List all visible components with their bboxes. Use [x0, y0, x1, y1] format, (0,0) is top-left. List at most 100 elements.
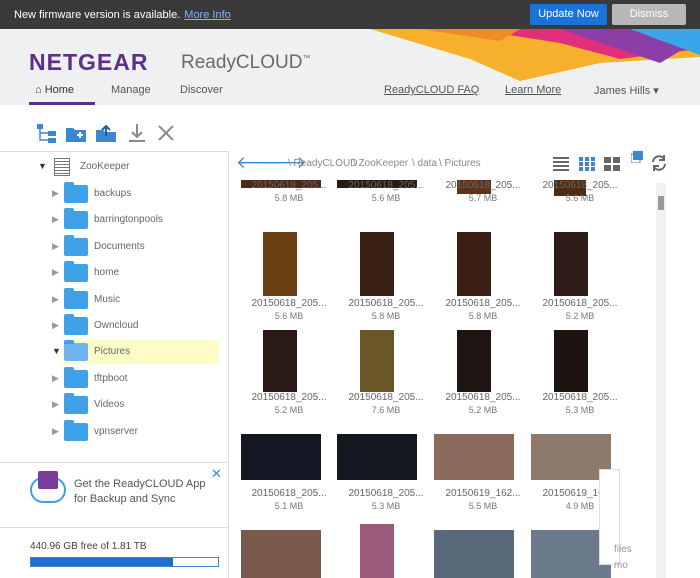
file-size: 5.6 MB: [274, 311, 304, 321]
refresh-icon[interactable]: [650, 154, 668, 172]
file-name: 20150618_205...: [445, 180, 521, 191]
file-name: 20150619_162...: [445, 488, 521, 499]
tree-item-label: tftpboot: [94, 373, 128, 384]
dismiss-button[interactable]: Dismiss: [612, 4, 686, 25]
delete-icon[interactable]: [155, 122, 177, 144]
file-thumbnail[interactable]: [241, 530, 321, 578]
tree-item-barringtonpools[interactable]: ▶ barringtonpools: [0, 208, 220, 232]
file-size: 5.8 MB: [468, 311, 498, 321]
expand-arrow-icon[interactable]: ▶: [52, 214, 59, 225]
storage-bar-fill: [31, 558, 174, 566]
small-grid-view-icon[interactable]: [579, 157, 595, 171]
file-size: 5.2 MB: [468, 405, 498, 415]
path-readycloud[interactable]: \ ReadyCLOUD: [288, 158, 357, 169]
new-folder-icon[interactable]: [65, 122, 87, 144]
collapse-arrow-icon[interactable]: ▼: [38, 161, 47, 171]
expand-arrow-icon[interactable]: ▶: [52, 373, 59, 384]
slideshow-icon[interactable]: [631, 151, 643, 163]
faq-link[interactable]: ReadyCLOUD FAQ: [384, 84, 479, 96]
tree-view-icon[interactable]: [36, 122, 58, 144]
file-name: 20150618_205...: [348, 488, 424, 499]
file-name: 20150618_205...: [542, 180, 618, 191]
expand-arrow-icon[interactable]: ▶: [52, 320, 59, 331]
folder-icon: [64, 235, 88, 256]
folder-icon: [64, 208, 88, 229]
folder-icon: [64, 182, 88, 203]
file-size: 7.6 MB: [371, 405, 401, 415]
vertical-scrollbar[interactable]: [656, 183, 666, 578]
expand-arrow-icon[interactable]: ▶: [52, 267, 59, 278]
learn-more-link[interactable]: Learn More: [505, 84, 561, 96]
file-name: 20150618_205...: [251, 488, 327, 499]
expand-arrow-icon[interactable]: ▶: [52, 426, 59, 437]
firmware-text: New firmware version is available.: [14, 9, 181, 21]
path-bar: 🡐 🡒 \ ReadyCLOUD \ ZooKeeper \ data \ Pi…: [233, 151, 700, 177]
file-name: 20150618_205...: [542, 298, 618, 309]
expand-arrow-icon[interactable]: ▶: [52, 294, 59, 305]
file-name: 20150618_205...: [251, 180, 327, 191]
tree-item-tftpboot[interactable]: ▶ tftpboot: [0, 367, 220, 391]
file-size: 5.3 MB: [565, 405, 595, 415]
large-grid-view-icon[interactable]: [604, 157, 620, 171]
file-size: 5.3 MB: [371, 501, 401, 511]
path-data[interactable]: \ data: [412, 158, 437, 169]
list-view-icon[interactable]: [553, 157, 569, 171]
side-note-text: files mo: [614, 544, 632, 571]
path-zookeeper[interactable]: \ ZooKeeper: [353, 158, 408, 169]
close-icon[interactable]: ✕: [211, 466, 222, 482]
pane-divider[interactable]: [228, 151, 229, 578]
tree-item-label: home: [94, 267, 120, 278]
upload-icon[interactable]: [95, 122, 117, 144]
storage-text: 440.96 GB free of 1.81 TB: [30, 541, 147, 552]
file-thumbnail[interactable]: [434, 530, 514, 578]
tree-root-label: ZooKeeper: [80, 161, 130, 172]
file-name: 20150618_205...: [445, 298, 521, 309]
tree-item-vpnserver[interactable]: ▶ vpnserver: [0, 420, 220, 444]
folder-tree: ▼ ZooKeeper ▶ backups ▶ barringtonpools ▶ D…: [0, 151, 228, 451]
nav-home[interactable]: ⌂ Home: [35, 84, 74, 96]
app-box-icon: [38, 471, 58, 489]
product-name: ReadyCLOUD™: [181, 52, 310, 74]
file-name: 20150618_205...: [251, 392, 327, 403]
expand-arrow-icon[interactable]: ▶: [52, 241, 59, 252]
scrollbar-thumb[interactable]: [658, 196, 664, 210]
file-size: 5.8 MB: [371, 311, 401, 321]
expand-arrow-icon[interactable]: ▶: [52, 399, 59, 410]
tree-item-label: vpnserver: [94, 426, 138, 437]
file-name: 20150618_205...: [348, 298, 424, 309]
user-menu[interactable]: James Hills ▾: [594, 84, 659, 97]
path-pictures[interactable]: \ Pictures: [439, 158, 481, 169]
folder-icon: [64, 420, 88, 441]
tree-item-videos[interactable]: ▶ Videos: [0, 393, 220, 417]
more-info-link[interactable]: More Info: [184, 9, 230, 21]
tree-item-label: backups: [94, 188, 132, 199]
tree-item-documents[interactable]: ▶ Documents: [0, 235, 220, 259]
tree-item-owncloud[interactable]: ▶ Owncloud: [0, 314, 220, 338]
tree-root-zookeeper[interactable]: ▼ ZooKeeper: [0, 155, 220, 179]
file-name: 20150618_205...: [542, 392, 618, 403]
update-now-button[interactable]: Update Now: [530, 4, 607, 25]
file-name: 20150618_205...: [445, 392, 521, 403]
file-thumbnail[interactable]: [360, 524, 394, 578]
collapse-arrow-icon[interactable]: ▼: [52, 346, 61, 356]
firmware-banner: New firmware version is available. More I…: [0, 0, 700, 29]
download-icon[interactable]: [126, 122, 148, 144]
file-size: 5.8 MB: [274, 193, 304, 203]
product-title: ReadyCLOUD: [181, 52, 303, 73]
tree-item-home[interactable]: ▶ home: [0, 261, 220, 285]
app-promo: Get the ReadyCLOUD App for Backup and Sy…: [0, 462, 228, 528]
nav-home-label: Home: [44, 84, 75, 96]
nav-manage[interactable]: Manage: [111, 84, 151, 96]
nav-discover[interactable]: Discover: [180, 84, 223, 96]
file-size: 5.1 MB: [274, 501, 304, 511]
file-grid: 20150618_205... 5.8 MB 20150618_205... 5.6 …: [233, 180, 653, 578]
tree-item-label: Documents: [94, 241, 145, 252]
videos-folder-icon: [64, 393, 88, 414]
firmware-message: New firmware version is available. More I…: [14, 9, 231, 21]
tree-item-backups[interactable]: ▶ backups: [0, 182, 220, 206]
tree-item-music[interactable]: ▶ Music: [0, 288, 220, 312]
expand-arrow-icon[interactable]: ▶: [52, 188, 59, 199]
tree-item-label: barringtonpools: [94, 214, 163, 225]
tree-item-pictures[interactable]: ▼ Pictures: [52, 340, 219, 364]
file-size: 5.5 MB: [468, 501, 498, 511]
